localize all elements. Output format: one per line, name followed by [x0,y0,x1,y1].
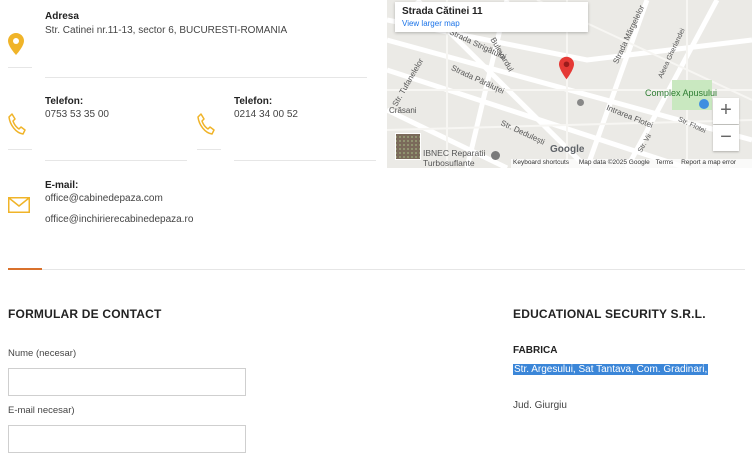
poi-marker-icon [699,99,709,109]
map-place-title: Strada Cătinei 11 [402,6,483,17]
park-label: Complex Apusului [645,88,718,98]
map-footer-link[interactable]: Terms [656,159,674,166]
location-pin-icon [8,33,24,55]
map-pin-icon [559,56,574,80]
email-value-2[interactable]: office@inchirierecabinedepaza.ro [45,214,193,225]
phone2-divider [234,160,376,161]
address-value: Str. Catinei nr.11-13, sector 6, BUCURES… [45,25,288,36]
envelope-icon [8,197,30,213]
phone-icon [8,113,26,135]
map-footer-link[interactable]: Keyboard shortcuts [513,159,569,166]
map-footer-link[interactable]: Report a map error [681,159,736,166]
poi-marker-icon [577,99,584,106]
map-footer-text: Map data ©2025 Google [578,159,650,166]
phone2-value[interactable]: 0214 34 00 52 [234,109,298,120]
phone-icon [197,113,215,135]
email-label: E-mail: [45,180,79,191]
phone1-label: Telefon: [45,96,84,107]
business-label: IBNEC Reparatii Turbosuflante [423,148,486,168]
section-divider [8,269,745,270]
email-input[interactable] [8,425,246,453]
phone1-icon-box [8,105,32,150]
company-address-selected: Str. Argesului, Sat Tantava, Com. Gradin… [513,364,709,375]
company-name: EDUCATIONAL SECURITY S.R.L. [513,307,706,321]
name-input[interactable] [8,368,246,396]
satellite-toggle[interactable] [395,133,421,160]
phone2-label: Telefon: [234,96,273,107]
view-larger-map-link[interactable]: View larger map [402,19,460,28]
zoom-out-button[interactable]: − [713,125,739,151]
map-footer: Keyboard shortcuts Map data ©2025 Google… [511,159,752,168]
address-label: Adresa [45,11,79,22]
zoom-in-button[interactable]: + [713,98,739,124]
form-heading: FORMULAR DE CONTACT [8,307,162,321]
address-icon-box [8,0,32,68]
phone2-icon-box [197,105,221,150]
email-value-1[interactable]: office@cabinedepaza.com [45,193,163,204]
street-label: Crăsani [389,106,417,115]
company-county: Jud. Giurgiu [513,400,567,411]
map-place-card: Strada Cătinei 11 View larger map [395,2,588,32]
section-divider-accent [8,268,42,270]
phone1-value[interactable]: 0753 53 35 00 [45,109,109,120]
phone1-divider [45,160,187,161]
poi-marker-icon [491,151,500,160]
google-logo: Google [550,144,585,155]
address-divider [45,77,367,78]
email-field-label: E-mail necesar) [8,405,75,416]
company-section-label: FABRICA [513,345,558,356]
name-field-label: Nume (necesar) [8,348,77,359]
